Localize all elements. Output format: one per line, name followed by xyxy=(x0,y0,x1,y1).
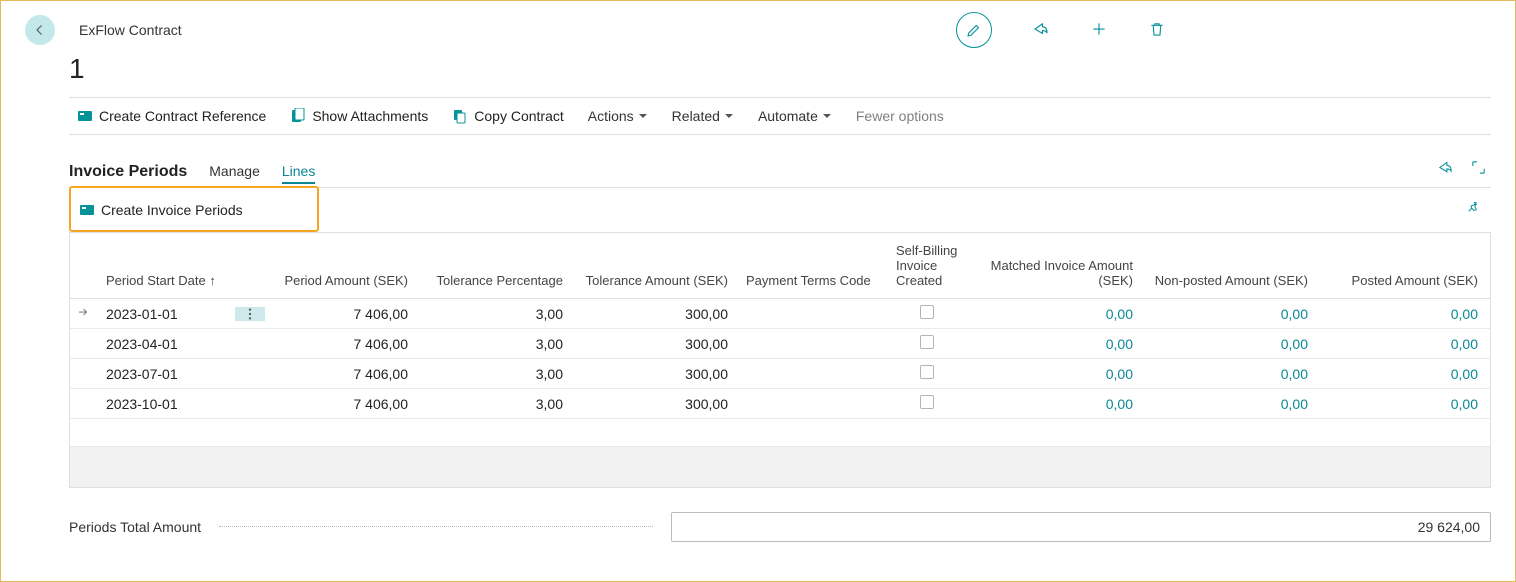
cell-matched-amount[interactable]: 0,00 xyxy=(970,359,1145,389)
share-section-icon[interactable] xyxy=(1437,159,1454,176)
related-dropdown[interactable]: Related xyxy=(672,108,734,124)
create-contract-reference-button[interactable]: Create Contract Reference xyxy=(77,108,266,124)
cell-tolerance-amount[interactable]: 300,00 xyxy=(575,389,740,419)
show-attachments-button[interactable]: Show Attachments xyxy=(290,108,428,124)
show-attachments-label: Show Attachments xyxy=(312,108,428,124)
col-matched-amount[interactable]: Matched Invoice Amount (SEK) xyxy=(970,233,1145,299)
copy-contract-label: Copy Contract xyxy=(474,108,563,124)
col-payment-terms[interactable]: Payment Terms Code xyxy=(740,233,890,299)
cell-period-start[interactable]: 2023-01-01 xyxy=(100,299,235,329)
edit-button[interactable] xyxy=(956,12,992,48)
table-row[interactable]: 2023-10-017 406,003,00300,000,000,000,00 xyxy=(70,389,1490,419)
cell-payment-terms[interactable] xyxy=(740,329,890,359)
cell-matched-amount[interactable]: 0,00 xyxy=(970,329,1145,359)
tab-lines-label: Lines xyxy=(282,163,315,179)
cell-nonposted-amount[interactable]: 0,00 xyxy=(1145,359,1320,389)
cell-posted-amount[interactable]: 0,00 xyxy=(1320,299,1490,329)
pin-icon[interactable] xyxy=(1465,200,1483,218)
cell-posted-amount[interactable]: 0,00 xyxy=(1320,329,1490,359)
self-billing-checkbox[interactable] xyxy=(920,335,934,349)
table-row[interactable]: 2023-04-017 406,003,00300,000,000,000,00 xyxy=(70,329,1490,359)
table-row[interactable]: 2023-01-017 406,003,00300,000,000,000,00 xyxy=(70,299,1490,329)
cell-nonposted-amount[interactable]: 0,00 xyxy=(1145,389,1320,419)
delete-button[interactable] xyxy=(1148,20,1166,41)
periods-total-label: Periods Total Amount xyxy=(69,519,201,535)
cell-period-start[interactable]: 2023-10-01 xyxy=(100,389,235,419)
cell-period-start[interactable]: 2023-07-01 xyxy=(100,359,235,389)
action-toolbar: Create Contract Reference Show Attachmen… xyxy=(69,97,1491,135)
col-posted-amount[interactable]: Posted Amount (SEK) xyxy=(1320,233,1490,299)
periods-total-value[interactable]: 29 624,00 xyxy=(671,512,1491,542)
col-period-amount[interactable]: Period Amount (SEK) xyxy=(265,233,420,299)
col-period-start[interactable]: Period Start Date ↑ xyxy=(100,233,235,299)
periods-total-text: 29 624,00 xyxy=(1418,519,1480,535)
cell-tolerance-pct[interactable]: 3,00 xyxy=(420,359,575,389)
cell-matched-amount[interactable]: 0,00 xyxy=(970,299,1145,329)
automate-label: Automate xyxy=(758,108,818,124)
table-footer-row xyxy=(70,447,1490,487)
col-tolerance-amt[interactable]: Tolerance Amount (SEK) xyxy=(575,233,740,299)
create-invoice-periods-label: Create Invoice Periods xyxy=(101,202,243,218)
cell-payment-terms[interactable] xyxy=(740,359,890,389)
tab-manage-label: Manage xyxy=(209,163,260,179)
fewer-options-button[interactable]: Fewer options xyxy=(856,108,944,124)
cell-tolerance-pct[interactable]: 3,00 xyxy=(420,389,575,419)
actions-label: Actions xyxy=(588,108,634,124)
create-contract-reference-label: Create Contract Reference xyxy=(99,108,266,124)
cell-nonposted-amount[interactable]: 0,00 xyxy=(1145,299,1320,329)
actions-dropdown[interactable]: Actions xyxy=(588,108,648,124)
table-row[interactable]: 2023-07-017 406,003,00300,000,000,000,00 xyxy=(70,359,1490,389)
cell-tolerance-amount[interactable]: 300,00 xyxy=(575,359,740,389)
cell-tolerance-amount[interactable]: 300,00 xyxy=(575,329,740,359)
automate-dropdown[interactable]: Automate xyxy=(758,108,832,124)
row-indicator-icon xyxy=(76,306,90,322)
fewer-options-label: Fewer options xyxy=(856,108,944,124)
cell-period-amount[interactable]: 7 406,00 xyxy=(265,359,420,389)
cell-tolerance-pct[interactable]: 3,00 xyxy=(420,299,575,329)
back-button[interactable] xyxy=(25,15,55,45)
cell-period-amount[interactable]: 7 406,00 xyxy=(265,389,420,419)
page-title: ExFlow Contract xyxy=(79,22,182,38)
cell-payment-terms[interactable] xyxy=(740,389,890,419)
self-billing-checkbox[interactable] xyxy=(920,305,934,319)
cell-posted-amount[interactable]: 0,00 xyxy=(1320,359,1490,389)
self-billing-checkbox[interactable] xyxy=(920,365,934,379)
cell-period-amount[interactable]: 7 406,00 xyxy=(265,299,420,329)
col-self-billing[interactable]: Self-Billing Invoice Created xyxy=(890,233,970,299)
cell-period-start[interactable]: 2023-04-01 xyxy=(100,329,235,359)
table-row-empty[interactable] xyxy=(70,419,1490,447)
cell-nonposted-amount[interactable]: 0,00 xyxy=(1145,329,1320,359)
invoice-periods-table: Period Start Date ↑ Period Amount (SEK) … xyxy=(69,233,1491,488)
cell-payment-terms[interactable] xyxy=(740,299,890,329)
self-billing-checkbox[interactable] xyxy=(920,395,934,409)
col-nonposted-amount[interactable]: Non-posted Amount (SEK) xyxy=(1145,233,1320,299)
copy-contract-button[interactable]: Copy Contract xyxy=(452,108,563,124)
cell-matched-amount[interactable]: 0,00 xyxy=(970,389,1145,419)
cell-posted-amount[interactable]: 0,00 xyxy=(1320,389,1490,419)
dots-divider xyxy=(219,526,653,527)
tab-lines[interactable]: Lines xyxy=(282,163,315,181)
cell-period-amount[interactable]: 7 406,00 xyxy=(265,329,420,359)
related-label: Related xyxy=(672,108,720,124)
cell-tolerance-amount[interactable]: 300,00 xyxy=(575,299,740,329)
col-tolerance-pct[interactable]: Tolerance Percentage xyxy=(420,233,575,299)
cell-tolerance-pct[interactable]: 3,00 xyxy=(420,329,575,359)
row-menu-button[interactable] xyxy=(235,307,265,321)
tab-manage[interactable]: Manage xyxy=(209,163,260,181)
record-number: 1 xyxy=(69,53,1491,85)
share-icon[interactable] xyxy=(1032,20,1050,41)
create-invoice-periods-button[interactable]: Create Invoice Periods xyxy=(79,202,243,218)
section-title: Invoice Periods xyxy=(69,163,187,181)
expand-section-icon[interactable] xyxy=(1470,159,1487,176)
new-button[interactable] xyxy=(1090,20,1108,41)
